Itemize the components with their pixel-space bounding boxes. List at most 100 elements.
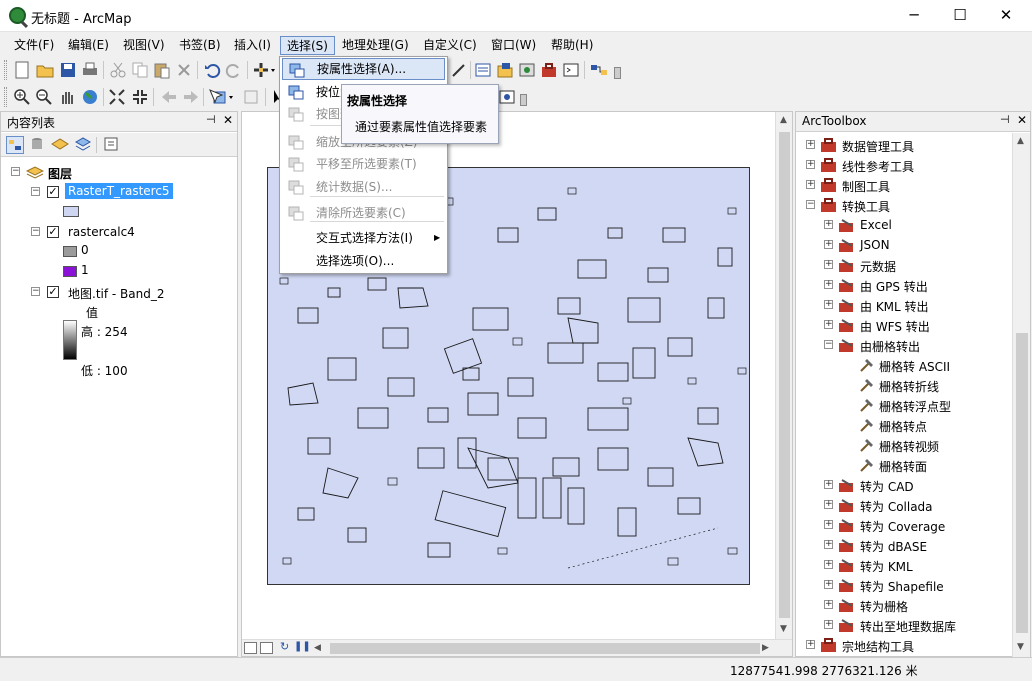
menu-item-8[interactable]: 交互式选择方法(I) ▶	[282, 227, 445, 249]
toolbox-item[interactable]: + 线性参考工具	[796, 155, 1011, 175]
expand-icon[interactable]: +	[806, 640, 815, 649]
toolbox-item[interactable]: 栅格转面	[796, 455, 1011, 475]
menu-file[interactable]: 文件(F)	[8, 36, 60, 55]
undo-icon[interactable]	[203, 61, 221, 79]
list-by-source-icon[interactable]	[29, 136, 47, 154]
toc-close-icon[interactable]: ✕	[223, 113, 233, 127]
toolbox-item[interactable]: 栅格转点	[796, 415, 1011, 435]
zoom-out-icon[interactable]	[35, 88, 53, 106]
menu-item-9[interactable]: 选择选项(O)...	[282, 250, 445, 272]
layers-collapse-icon[interactable]: −	[11, 167, 20, 176]
search-window-icon[interactable]	[518, 61, 536, 79]
data-view-icon[interactable]	[244, 642, 257, 654]
scroll-left-icon[interactable]: ◀	[314, 643, 321, 653]
layer-collapse-icon[interactable]: −	[31, 287, 40, 296]
collapse-icon[interactable]: −	[824, 340, 833, 349]
menu-edit[interactable]: 编辑(E)	[62, 36, 115, 55]
toolbox-item[interactable]: + 元数据	[796, 255, 1011, 275]
open-folder-icon[interactable]	[36, 61, 54, 79]
editor-icon[interactable]	[450, 61, 468, 79]
minimize-button[interactable]: ─	[891, 0, 937, 32]
layer-row[interactable]: − ✓ rastercalc4	[1, 222, 231, 242]
layout-view-icon[interactable]	[260, 642, 273, 654]
toolbox-item[interactable]: + 转为 dBASE	[796, 535, 1011, 555]
html-popup-icon[interactable]	[498, 88, 516, 106]
menu-item-7[interactable]: 清除所选要素(C)	[282, 202, 445, 224]
paste-icon[interactable]	[153, 61, 171, 79]
expand-icon[interactable]: +	[806, 180, 815, 189]
list-by-visibility-icon[interactable]	[51, 136, 69, 154]
new-document-icon[interactable]	[13, 61, 31, 79]
list-by-drawing-order-icon[interactable]	[6, 136, 24, 154]
menu-view[interactable]: 视图(V)	[117, 36, 171, 55]
toc-options-icon[interactable]	[103, 136, 121, 154]
back-extent-icon[interactable]	[160, 88, 178, 106]
scroll-right-icon[interactable]: ▶	[762, 643, 769, 653]
pan-hand-icon[interactable]	[58, 88, 76, 106]
zoom-in-icon[interactable]	[13, 88, 31, 106]
toolbar-overflow-icon[interactable]	[614, 67, 621, 79]
layer-row[interactable]: − ✓ RasterT_rasterc5	[1, 182, 231, 202]
fixed-zoom-in-icon[interactable]	[108, 88, 126, 106]
expand-icon[interactable]: +	[824, 300, 833, 309]
model-builder-icon[interactable]	[590, 61, 608, 79]
toolbox-item[interactable]: + 制图工具	[796, 175, 1011, 195]
refresh-icon[interactable]: ↻	[280, 640, 289, 653]
expand-icon[interactable]: +	[806, 160, 815, 169]
pin-icon[interactable]: ⊣	[1000, 113, 1010, 126]
toolbox-item[interactable]: + 数据管理工具	[796, 135, 1011, 155]
toolbox-item[interactable]: 栅格转视频	[796, 435, 1011, 455]
expand-icon[interactable]: +	[824, 260, 833, 269]
expand-icon[interactable]: +	[824, 600, 833, 609]
toolbox-item[interactable]: − 由栅格转出	[796, 335, 1011, 355]
map-vertical-scrollbar[interactable]: ▲ ▼	[775, 112, 792, 639]
fixed-zoom-out-icon[interactable]	[131, 88, 149, 106]
map-vertical-scroll-thumb[interactable]	[779, 132, 790, 618]
select-features-icon[interactable]	[208, 88, 233, 106]
toolbox-item[interactable]: + 转出至地理数据库	[796, 615, 1011, 635]
toolbox-item[interactable]: + 转为 KML	[796, 555, 1011, 575]
menu-windows[interactable]: 窗口(W)	[485, 36, 542, 55]
expand-icon[interactable]: +	[824, 540, 833, 549]
full-extent-globe-icon[interactable]	[81, 88, 99, 106]
collapse-icon[interactable]: −	[806, 200, 815, 209]
toolbox-item[interactable]: + JSON	[796, 235, 1011, 255]
layer-visibility-checkbox[interactable]: ✓	[47, 226, 59, 238]
menu-item-6[interactable]: 统计数据(S)...	[282, 176, 445, 198]
menu-insert[interactable]: 插入(I)	[228, 36, 277, 55]
expand-icon[interactable]: +	[824, 560, 833, 569]
catalog-icon[interactable]	[496, 61, 514, 79]
pause-drawing-icon[interactable]: ❚❚	[294, 641, 311, 652]
toolbox-item[interactable]: + 宗地结构工具	[796, 635, 1011, 655]
expand-icon[interactable]: +	[824, 240, 833, 249]
add-data-icon[interactable]	[253, 61, 275, 79]
expand-icon[interactable]: +	[806, 140, 815, 149]
expand-icon[interactable]: +	[824, 320, 833, 329]
arctoolbox-close-icon[interactable]: ✕	[1017, 113, 1027, 127]
expand-icon[interactable]: +	[824, 580, 833, 589]
save-icon[interactable]	[59, 61, 77, 79]
toolbox-item[interactable]: 栅格转浮点型	[796, 395, 1011, 415]
clear-selection-icon[interactable]	[242, 88, 260, 106]
toolbox-scroll-thumb[interactable]	[1016, 333, 1028, 633]
close-button[interactable]: ✕	[983, 0, 1029, 32]
map-horizontal-scroll-thumb[interactable]	[330, 643, 760, 654]
maximize-button[interactable]: ☐	[937, 0, 983, 32]
copy-icon[interactable]	[131, 61, 149, 79]
toolbox-item[interactable]: + 由 WFS 转出	[796, 315, 1011, 335]
layer-visibility-checkbox[interactable]: ✓	[47, 286, 59, 298]
expand-icon[interactable]: +	[824, 220, 833, 229]
toolbox-item[interactable]: 栅格转 ASCII	[796, 355, 1011, 375]
list-by-selection-icon[interactable]	[74, 136, 92, 154]
arctoolbox-icon[interactable]	[540, 61, 558, 79]
expand-icon[interactable]: +	[824, 500, 833, 509]
menu-selection[interactable]: 选择(S)	[280, 36, 335, 55]
toolbox-item[interactable]: + 转为 Collada	[796, 495, 1011, 515]
layer-visibility-checkbox[interactable]: ✓	[47, 186, 59, 198]
legend-swatch-1[interactable]	[63, 266, 77, 277]
expand-icon[interactable]: +	[824, 480, 833, 489]
layer-collapse-icon[interactable]: −	[31, 227, 40, 236]
print-icon[interactable]	[81, 61, 99, 79]
toolbox-item[interactable]: 栅格转折线	[796, 375, 1011, 395]
stretch-ramp[interactable]	[63, 320, 77, 360]
